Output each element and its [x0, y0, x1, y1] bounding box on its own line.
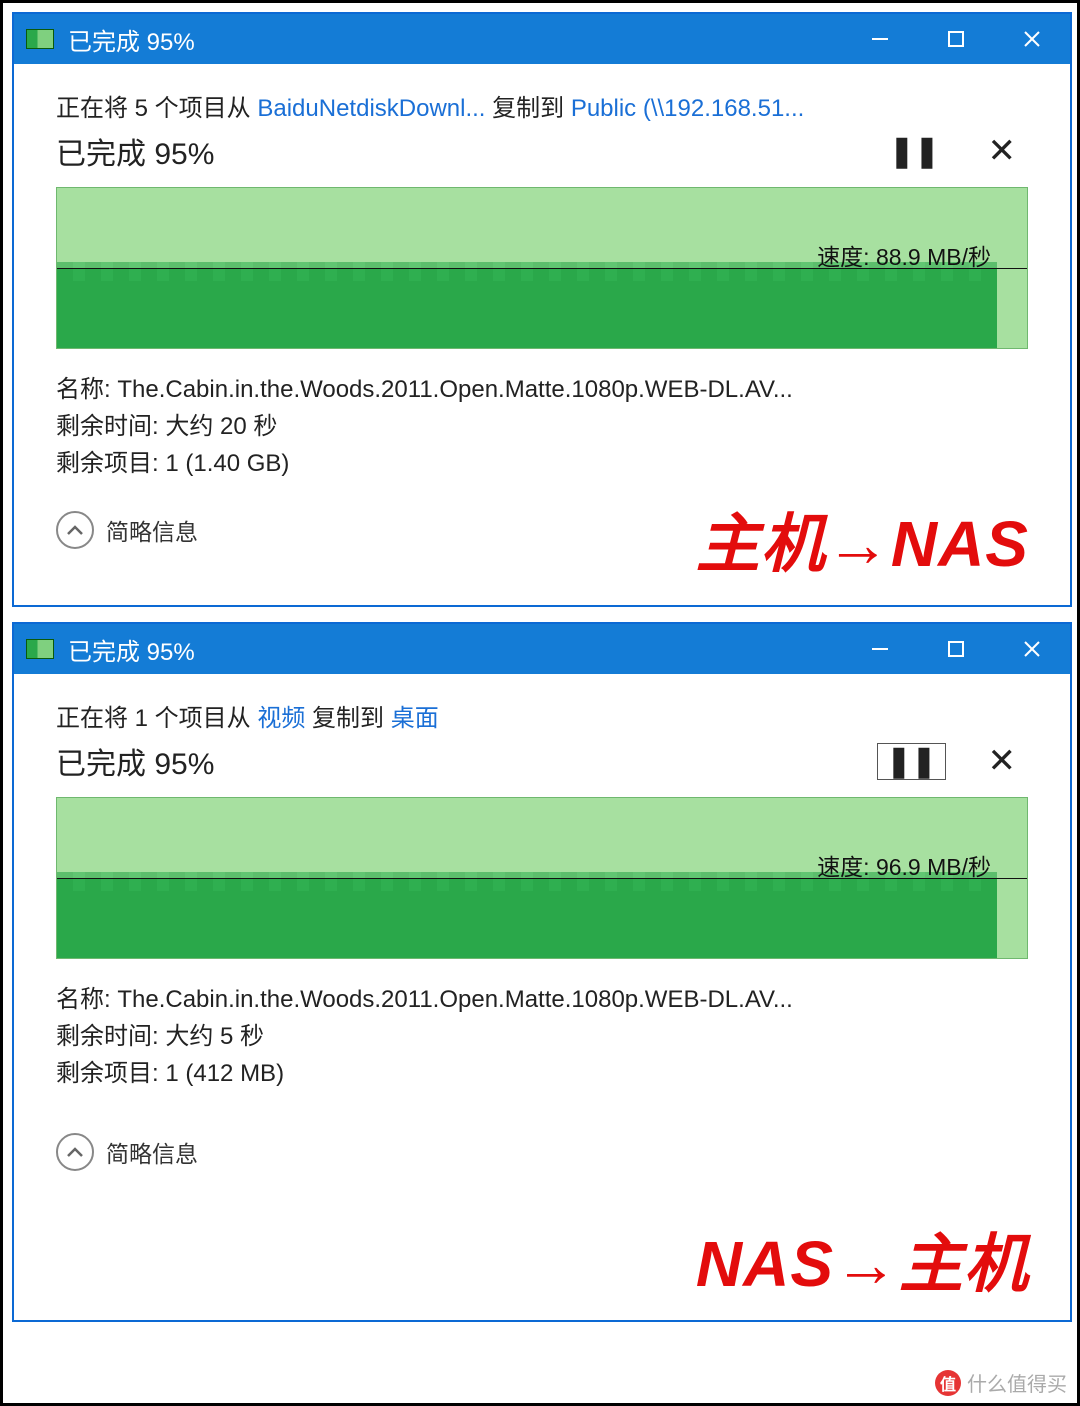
copy-mid: 复制到 [485, 95, 570, 122]
chevron-up-icon [56, 1133, 94, 1171]
copy-prefix: 正在将 5 个项目从 [56, 95, 257, 122]
destination-link[interactable]: Public (\\192.168.51... [571, 95, 804, 122]
items-remaining-row: 剩余项目: 1 (1.40 GB) [56, 445, 1028, 482]
minimize-button[interactable] [842, 14, 918, 64]
close-button[interactable] [994, 14, 1070, 64]
minimize-button[interactable] [842, 624, 918, 674]
copy-progress-icon [26, 639, 54, 659]
details-toggle-label: 简略信息 [106, 1135, 198, 1169]
window-title: 已完成 95% [68, 632, 195, 667]
copy-progress-icon [26, 29, 54, 49]
items-remaining-row: 剩余项目: 1 (412 MB) [56, 1055, 1028, 1092]
window-title: 已完成 95% [68, 22, 195, 57]
progress-header: 已完成 95% ❚❚ ✕ [56, 129, 1028, 173]
transfer-details: 名称: The.Cabin.in.the.Woods.2011.Open.Mat… [56, 981, 1028, 1093]
time-remaining-row: 剩余时间: 大约 5 秒 [56, 1018, 1028, 1055]
watermark: 值 什么值得买 [935, 1368, 1067, 1397]
progress-header: 已完成 95% ❚❚ ✕ [56, 739, 1028, 783]
copy-prefix: 正在将 1 个项目从 [56, 705, 257, 732]
copy-mid: 复制到 [305, 705, 390, 732]
annotation-host-to-nas: 主机→NAS [696, 493, 1029, 585]
destination-link[interactable]: 桌面 [391, 705, 439, 732]
cancel-button[interactable]: ✕ [982, 129, 1023, 173]
maximize-button[interactable] [918, 624, 994, 674]
progress-controls: ❚❚ ✕ [883, 129, 1028, 173]
pause-button[interactable]: ❚❚ [877, 743, 945, 780]
watermark-text: 什么值得买 [967, 1368, 1067, 1397]
cancel-button[interactable]: ✕ [982, 739, 1023, 783]
chevron-up-icon [56, 511, 94, 549]
progress-controls: ❚❚ ✕ [877, 739, 1028, 783]
titlebar[interactable]: 已完成 95% [14, 14, 1070, 64]
file-name-row: 名称: The.Cabin.in.the.Woods.2011.Open.Mat… [56, 371, 1028, 408]
transfer-details: 名称: The.Cabin.in.the.Woods.2011.Open.Mat… [56, 371, 1028, 483]
progress-percent: 已完成 95% [56, 739, 214, 783]
speed-label: 速度: 96.9 MB/秒 [817, 848, 991, 882]
progress-percent: 已完成 95% [56, 129, 214, 173]
source-link[interactable]: BaiduNetdiskDownl... [257, 95, 485, 122]
pause-button[interactable]: ❚❚ [883, 132, 945, 171]
window-controls [842, 14, 1070, 64]
file-name-row: 名称: The.Cabin.in.the.Woods.2011.Open.Mat… [56, 981, 1028, 1018]
source-link[interactable]: 视频 [257, 705, 305, 732]
window-controls [842, 624, 1070, 674]
dialog-content: 正在将 5 个项目从 BaiduNetdiskDownl... 复制到 Publ… [14, 64, 1070, 559]
details-toggle[interactable]: 简略信息 [56, 1133, 1028, 1171]
speed-chart[interactable]: 速度: 96.9 MB/秒 [56, 797, 1028, 959]
close-button[interactable] [994, 624, 1070, 674]
details-toggle-label: 简略信息 [106, 513, 198, 547]
time-remaining-row: 剩余时间: 大约 20 秒 [56, 408, 1028, 445]
copy-description: 正在将 5 个项目从 BaiduNetdiskDownl... 复制到 Publ… [56, 88, 1028, 123]
dialog-content: 正在将 1 个项目从 视频 复制到 桌面 已完成 95% ❚❚ ✕ 速度: 96… [14, 674, 1070, 1181]
watermark-icon: 值 [935, 1370, 961, 1396]
speed-chart[interactable]: 速度: 88.9 MB/秒 [56, 187, 1028, 349]
copy-description: 正在将 1 个项目从 视频 复制到 桌面 [56, 698, 1028, 733]
maximize-button[interactable] [918, 14, 994, 64]
annotation-nas-to-host: NAS→主机 [696, 1213, 1029, 1305]
titlebar[interactable]: 已完成 95% [14, 624, 1070, 674]
speed-label: 速度: 88.9 MB/秒 [817, 238, 991, 272]
